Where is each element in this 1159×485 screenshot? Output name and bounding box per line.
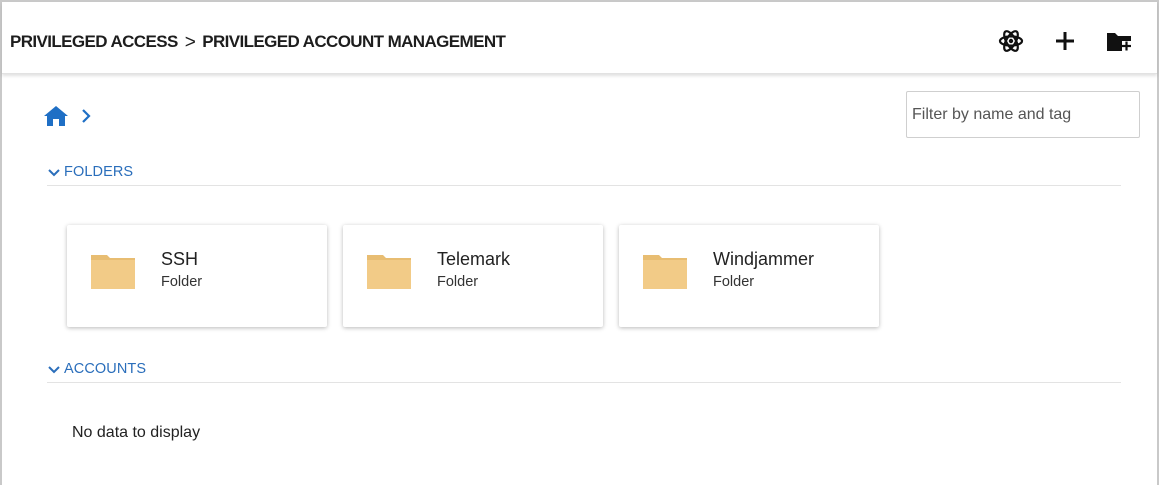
folder-icon — [91, 255, 135, 289]
page-title: PRIVILEGED ACCESS > PRIVILEGED ACCOUNT M… — [10, 31, 506, 53]
folder-icon — [643, 255, 687, 289]
home-icon[interactable] — [42, 104, 70, 128]
page-header: PRIVILEGED ACCESS > PRIVILEGED ACCOUNT M… — [2, 2, 1157, 74]
folder-type: Folder — [161, 274, 203, 290]
folder-card[interactable]: SSH Folder — [67, 225, 327, 327]
section-toggle-accounts[interactable]: ACCOUNTS — [47, 361, 1121, 383]
title-crumb-privileged-access[interactable]: PRIVILEGED ACCESS — [10, 32, 178, 52]
section-label-accounts: ACCOUNTS — [64, 361, 147, 377]
folder-type: Folder — [437, 274, 479, 290]
add-button[interactable] — [1049, 26, 1081, 56]
title-crumb-account-management: PRIVILEGED ACCOUNT MANAGEMENT — [202, 32, 506, 51]
atom-icon — [998, 30, 1024, 52]
header-actions — [995, 26, 1135, 56]
folder-name: Windjammer — [713, 249, 815, 269]
app-window: PRIVILEGED ACCESS > PRIVILEGED ACCOUNT M… — [0, 0, 1159, 485]
discover-button[interactable] — [995, 26, 1027, 56]
section-toggle-folders[interactable]: FOLDERS — [47, 164, 1121, 186]
title-separator: > — [184, 31, 196, 53]
folder-name: SSH — [161, 249, 199, 269]
chevron-right-icon — [82, 109, 91, 123]
chevron-down-icon — [48, 169, 60, 177]
folder-card[interactable]: Telemark Folder — [343, 225, 603, 327]
accounts-empty-message: No data to display — [72, 424, 201, 441]
folder-type: Folder — [713, 274, 755, 290]
add-folder-button[interactable] — [1103, 26, 1135, 56]
breadcrumb — [42, 104, 92, 128]
chevron-down-icon — [48, 366, 60, 374]
section-label-folders: FOLDERS — [64, 164, 134, 180]
filter-input[interactable] — [906, 91, 1140, 138]
folder-add-icon — [1107, 33, 1131, 51]
folder-name: Telemark — [437, 249, 511, 269]
folder-list: SSH Folder Telemark Folder Windjammer Fo… — [67, 225, 879, 327]
plus-icon — [1056, 32, 1074, 50]
folder-card[interactable]: Windjammer Folder — [619, 225, 879, 327]
folder-icon — [367, 255, 411, 289]
